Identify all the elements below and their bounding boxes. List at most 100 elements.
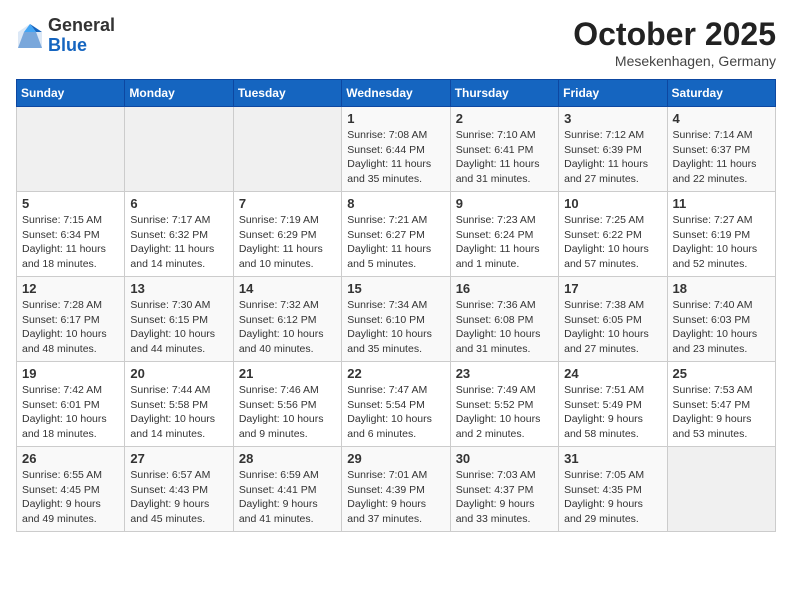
calendar-cell: 14 Sunrise: 7:32 AM Sunset: 6:12 PM Dayli… xyxy=(233,277,341,362)
calendar-cell: 11Sunrise: 7:27 AM Sunset: 6:19 PM Dayli… xyxy=(667,192,775,277)
day-info: Sunrise: 7:28 AM Sunset: 6:17 PM Dayligh… xyxy=(22,298,119,357)
day-info: Sunrise: 7:10 AM Sunset: 6:41 PM Dayligh… xyxy=(456,128,553,187)
calendar-cell: 29 Sunrise: 7:01 AM Sunset: 4:39 PM Dayli… xyxy=(342,447,450,532)
day-info: Sunrise: 7:15 AM Sunset: 6:34 PM Dayligh… xyxy=(22,213,119,272)
calendar-cell: 5Sunrise: 7:15 AM Sunset: 6:34 PM Daylig… xyxy=(17,192,125,277)
day-info: Sunrise: 7:05 AM Sunset: 4:35 PM Dayligh… xyxy=(564,468,661,527)
day-number: 16 xyxy=(456,281,553,296)
day-number: 20 xyxy=(130,366,227,381)
day-info: Sunrise: 7:08 AM Sunset: 6:44 PM Dayligh… xyxy=(347,128,444,187)
title-block: October 2025 Mesekenhagen, Germany xyxy=(573,16,776,69)
day-info: Sunrise: 7:51 AM Sunset: 5:49 PM Dayligh… xyxy=(564,383,661,442)
day-number: 25 xyxy=(673,366,770,381)
day-info: Sunrise: 7:42 AM Sunset: 6:01 PM Dayligh… xyxy=(22,383,119,442)
day-info: Sunrise: 7:03 AM Sunset: 4:37 PM Dayligh… xyxy=(456,468,553,527)
calendar-table: SundayMondayTuesdayWednesdayThursdayFrid… xyxy=(16,79,776,532)
calendar-cell xyxy=(233,107,341,192)
calendar-cell: 10Sunrise: 7:25 AM Sunset: 6:22 PM Dayli… xyxy=(559,192,667,277)
month-title: October 2025 xyxy=(573,16,776,53)
calendar-cell: 18 Sunrise: 7:40 AM Sunset: 6:03 PM Dayli… xyxy=(667,277,775,362)
day-info: Sunrise: 7:19 AM Sunset: 6:29 PM Dayligh… xyxy=(239,213,336,272)
day-number: 28 xyxy=(239,451,336,466)
day-info: Sunrise: 7:40 AM Sunset: 6:03 PM Dayligh… xyxy=(673,298,770,357)
day-info: Sunrise: 7:53 AM Sunset: 5:47 PM Dayligh… xyxy=(673,383,770,442)
day-info: Sunrise: 7:44 AM Sunset: 5:58 PM Dayligh… xyxy=(130,383,227,442)
day-number: 21 xyxy=(239,366,336,381)
day-info: Sunrise: 7:32 AM Sunset: 6:12 PM Dayligh… xyxy=(239,298,336,357)
calendar-cell: 8 Sunrise: 7:21 AM Sunset: 6:27 PM Daylig… xyxy=(342,192,450,277)
day-number: 6 xyxy=(130,196,227,211)
calendar-cell: 1Sunrise: 7:08 AM Sunset: 6:44 PM Daylig… xyxy=(342,107,450,192)
day-info: Sunrise: 7:12 AM Sunset: 6:39 PM Dayligh… xyxy=(564,128,661,187)
calendar-cell: 16 Sunrise: 7:36 AM Sunset: 6:08 PM Dayli… xyxy=(450,277,558,362)
day-number: 3 xyxy=(564,111,661,126)
day-number: 24 xyxy=(564,366,661,381)
day-info: Sunrise: 7:01 AM Sunset: 4:39 PM Dayligh… xyxy=(347,468,444,527)
logo: General Blue xyxy=(16,16,115,56)
day-number: 4 xyxy=(673,111,770,126)
calendar-cell: 30Sunrise: 7:03 AM Sunset: 4:37 PM Dayli… xyxy=(450,447,558,532)
page-header: General Blue October 2025 Mesekenhagen, … xyxy=(16,16,776,69)
calendar-cell: 7 Sunrise: 7:19 AM Sunset: 6:29 PM Daylig… xyxy=(233,192,341,277)
day-number: 8 xyxy=(347,196,444,211)
calendar-cell: 24 Sunrise: 7:51 AM Sunset: 5:49 PM Dayli… xyxy=(559,362,667,447)
day-number: 13 xyxy=(130,281,227,296)
day-number: 15 xyxy=(347,281,444,296)
day-info: Sunrise: 6:55 AM Sunset: 4:45 PM Dayligh… xyxy=(22,468,119,527)
day-number: 27 xyxy=(130,451,227,466)
calendar-cell: 12 Sunrise: 7:28 AM Sunset: 6:17 PM Dayli… xyxy=(17,277,125,362)
day-number: 12 xyxy=(22,281,119,296)
day-info: Sunrise: 7:27 AM Sunset: 6:19 PM Dayligh… xyxy=(673,213,770,272)
calendar-cell: 15 Sunrise: 7:34 AM Sunset: 6:10 PM Dayli… xyxy=(342,277,450,362)
weekday-header: Thursday xyxy=(450,80,558,107)
weekday-header: Tuesday xyxy=(233,80,341,107)
day-info: Sunrise: 7:23 AM Sunset: 6:24 PM Dayligh… xyxy=(456,213,553,272)
day-number: 26 xyxy=(22,451,119,466)
day-info: Sunrise: 6:57 AM Sunset: 4:43 PM Dayligh… xyxy=(130,468,227,527)
day-number: 17 xyxy=(564,281,661,296)
calendar-week-row: 19 Sunrise: 7:42 AM Sunset: 6:01 PM Dayli… xyxy=(17,362,776,447)
location-subtitle: Mesekenhagen, Germany xyxy=(573,53,776,69)
day-number: 31 xyxy=(564,451,661,466)
day-number: 7 xyxy=(239,196,336,211)
calendar-cell: 13 Sunrise: 7:30 AM Sunset: 6:15 PM Dayli… xyxy=(125,277,233,362)
day-info: Sunrise: 6:59 AM Sunset: 4:41 PM Dayligh… xyxy=(239,468,336,527)
day-info: Sunrise: 7:38 AM Sunset: 6:05 PM Dayligh… xyxy=(564,298,661,357)
day-info: Sunrise: 7:46 AM Sunset: 5:56 PM Dayligh… xyxy=(239,383,336,442)
weekday-header: Friday xyxy=(559,80,667,107)
calendar-cell: 4Sunrise: 7:14 AM Sunset: 6:37 PM Daylig… xyxy=(667,107,775,192)
day-number: 14 xyxy=(239,281,336,296)
day-number: 23 xyxy=(456,366,553,381)
logo-icon xyxy=(16,22,44,50)
calendar-cell: 17 Sunrise: 7:38 AM Sunset: 6:05 PM Dayli… xyxy=(559,277,667,362)
day-number: 2 xyxy=(456,111,553,126)
day-number: 19 xyxy=(22,366,119,381)
calendar-cell: 3 Sunrise: 7:12 AM Sunset: 6:39 PM Daylig… xyxy=(559,107,667,192)
calendar-week-row: 5Sunrise: 7:15 AM Sunset: 6:34 PM Daylig… xyxy=(17,192,776,277)
calendar-week-row: 12 Sunrise: 7:28 AM Sunset: 6:17 PM Dayli… xyxy=(17,277,776,362)
calendar-cell xyxy=(17,107,125,192)
day-info: Sunrise: 7:47 AM Sunset: 5:54 PM Dayligh… xyxy=(347,383,444,442)
calendar-cell: 26 Sunrise: 6:55 AM Sunset: 4:45 PM Dayli… xyxy=(17,447,125,532)
weekday-header: Saturday xyxy=(667,80,775,107)
calendar-cell: 22 Sunrise: 7:47 AM Sunset: 5:54 PM Dayli… xyxy=(342,362,450,447)
weekday-header-row: SundayMondayTuesdayWednesdayThursdayFrid… xyxy=(17,80,776,107)
day-number: 18 xyxy=(673,281,770,296)
weekday-header: Wednesday xyxy=(342,80,450,107)
day-number: 22 xyxy=(347,366,444,381)
day-info: Sunrise: 7:34 AM Sunset: 6:10 PM Dayligh… xyxy=(347,298,444,357)
calendar-cell: 2 Sunrise: 7:10 AM Sunset: 6:41 PM Daylig… xyxy=(450,107,558,192)
calendar-week-row: 26 Sunrise: 6:55 AM Sunset: 4:45 PM Dayli… xyxy=(17,447,776,532)
calendar-cell: 19 Sunrise: 7:42 AM Sunset: 6:01 PM Dayli… xyxy=(17,362,125,447)
day-info: Sunrise: 7:25 AM Sunset: 6:22 PM Dayligh… xyxy=(564,213,661,272)
calendar-cell: 27 Sunrise: 6:57 AM Sunset: 4:43 PM Dayli… xyxy=(125,447,233,532)
day-number: 29 xyxy=(347,451,444,466)
day-info: Sunrise: 7:36 AM Sunset: 6:08 PM Dayligh… xyxy=(456,298,553,357)
day-info: Sunrise: 7:49 AM Sunset: 5:52 PM Dayligh… xyxy=(456,383,553,442)
day-info: Sunrise: 7:21 AM Sunset: 6:27 PM Dayligh… xyxy=(347,213,444,272)
calendar-cell xyxy=(125,107,233,192)
calendar-cell: 28 Sunrise: 6:59 AM Sunset: 4:41 PM Dayli… xyxy=(233,447,341,532)
day-info: Sunrise: 7:30 AM Sunset: 6:15 PM Dayligh… xyxy=(130,298,227,357)
calendar-week-row: 1Sunrise: 7:08 AM Sunset: 6:44 PM Daylig… xyxy=(17,107,776,192)
calendar-cell: 20 Sunrise: 7:44 AM Sunset: 5:58 PM Dayli… xyxy=(125,362,233,447)
